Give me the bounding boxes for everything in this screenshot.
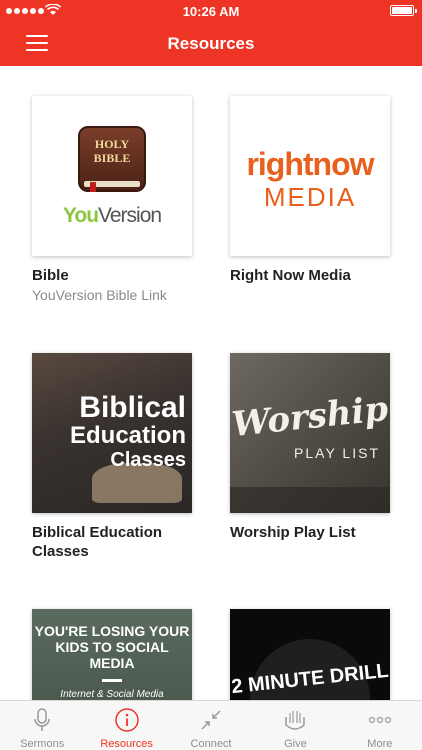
battery-icon: [390, 5, 417, 16]
arrows-in-icon: [201, 710, 221, 730]
social-media-thumbnail[interactable]: YOU'RE LOSING YOUR KIDS TO SOCIAL MEDIA …: [32, 609, 192, 700]
card-title: Right Now Media: [230, 267, 351, 284]
rightnow-logo-bottom: MEDIA: [263, 182, 357, 212]
tab-label: Resources: [100, 738, 153, 750]
thumbnail-subcaption: PLAY LIST: [294, 445, 380, 461]
thumbnail-caption: YOU'RE LOSING YOUR KIDS TO SOCIAL MEDIA: [34, 623, 190, 671]
tab-label: Give: [284, 738, 307, 750]
bible-book-icon: HOLY BIBLE: [78, 126, 146, 192]
resource-card-biblical-education[interactable]: Biblical Education Classes Biblical Educ…: [32, 353, 212, 561]
resource-card-worship-playlist[interactable]: Worship PLAY LIST Worship Play List: [230, 353, 410, 542]
youversion-logo: YouVersion: [62, 204, 162, 227]
status-bar: 10:26 AM: [0, 0, 422, 22]
resource-card-social-media[interactable]: YOU'RE LOSING YOUR KIDS TO SOCIAL MEDIA …: [32, 609, 212, 700]
hands-icon: [285, 711, 306, 730]
app-header: 10:26 AM Resources: [0, 0, 422, 66]
tab-label: More: [367, 738, 393, 750]
divider: [102, 679, 122, 682]
tab-label: Connect: [190, 738, 232, 750]
tab-sermons[interactable]: Sermons: [0, 701, 84, 750]
card-title: Biblical Education Classes: [32, 524, 163, 560]
microphone-icon: [34, 708, 50, 731]
worship-thumbnail[interactable]: Worship PLAY LIST: [230, 353, 390, 513]
tab-give[interactable]: Give: [253, 701, 337, 750]
tab-bar: Sermons Resources Connect Give More: [0, 700, 422, 750]
resource-card-2-minute-drill[interactable]: 2 MINUTE DRILL: [230, 609, 410, 700]
card-title: Bible: [32, 267, 69, 284]
thumbnail-caption: Biblical Education Classes: [69, 391, 186, 472]
card-subtitle: YouVersion Bible Link: [32, 287, 167, 303]
tab-connect[interactable]: Connect: [169, 701, 253, 750]
thumbnail-caption: Worship: [230, 388, 390, 446]
more-dots-icon: [368, 716, 391, 724]
thumbnail-subcaption: Internet & Social Media: [60, 689, 164, 700]
status-time: 10:26 AM: [182, 4, 240, 19]
tab-resources[interactable]: Resources: [84, 701, 168, 750]
resources-grid[interactable]: HOLY BIBLE YouVersion Bible YouVersion B…: [0, 66, 422, 700]
resource-card-bible[interactable]: HOLY BIBLE YouVersion Bible YouVersion B…: [32, 96, 212, 303]
card-title: Worship Play List: [230, 524, 356, 541]
bible-thumbnail[interactable]: HOLY BIBLE YouVersion: [32, 96, 192, 256]
page-title: Resources: [167, 34, 255, 53]
drill-thumbnail[interactable]: 2 MINUTE DRILL: [230, 609, 390, 700]
info-icon: [114, 708, 139, 732]
rightnow-logo-top: rightnow: [246, 146, 374, 182]
resource-card-rightnow-media[interactable]: rightnow MEDIA Right Now Media: [230, 96, 410, 285]
guitar-image: [230, 487, 390, 513]
biblical-education-thumbnail[interactable]: Biblical Education Classes: [32, 353, 192, 513]
tab-more[interactable]: More: [338, 701, 422, 750]
rightnow-thumbnail[interactable]: rightnow MEDIA: [230, 96, 390, 256]
tab-label: Sermons: [20, 738, 65, 750]
